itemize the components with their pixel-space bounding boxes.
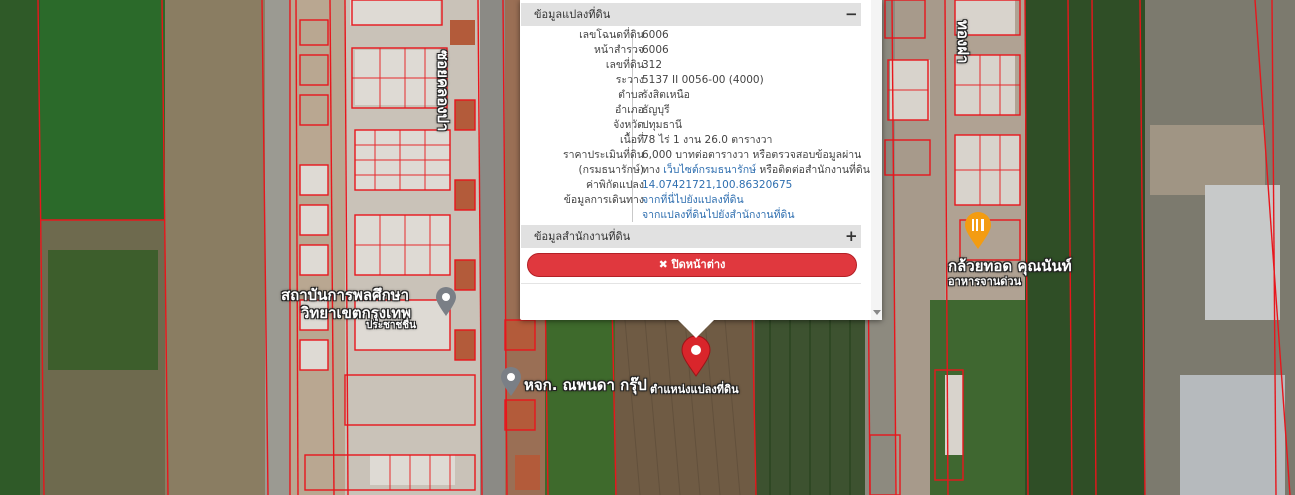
info-row-land-no: เลขที่ดิน 312 bbox=[520, 58, 870, 73]
coords-label: ค่าพิกัดแปลง bbox=[585, 179, 644, 191]
appraisal-value: 6,000 บาทต่อตารางวา หรือตรวจสอบข้อมูลผ่า… bbox=[642, 149, 862, 161]
close-icon: ✖ bbox=[658, 258, 668, 271]
subdistrict-value: รังสิตเหนือ bbox=[642, 89, 690, 101]
expand-icon[interactable]: + bbox=[845, 225, 858, 248]
appraisal-prefix: ทาง bbox=[642, 164, 660, 176]
appraisal-value-2: ทาง เว็บไซต์กรมธนารักษ์ หรือติดต่อสำนักง… bbox=[642, 163, 870, 178]
parcel-marker-label: ตำแหน่งแปลงที่ดิน bbox=[650, 383, 739, 396]
info-row-deed: เลขโฉนดที่ดิน 6006 bbox=[520, 28, 870, 43]
info-row-appraisal: ราคาประเมินที่ดิน 6,000 บาทต่อตารางวา หรื… bbox=[520, 148, 870, 163]
collapse-icon[interactable]: − bbox=[845, 3, 858, 26]
info-row-area: เนื้อที่ 78 ไร่ 1 งาน 26.0 ตารางวา bbox=[520, 133, 870, 148]
area-label: เนื้อที่ bbox=[620, 134, 644, 146]
parcel-info-section-header[interactable]: ข้อมูลแปลงที่ดิน − bbox=[521, 3, 861, 26]
district-value: ธัญบุรี bbox=[642, 104, 670, 116]
deed-value: 6006 bbox=[642, 29, 669, 41]
land-no-label: เลขที่ดิน bbox=[605, 59, 644, 71]
info-row-coords: ค่าพิกัดแปลง 14.07421721,100.86320675 bbox=[520, 178, 870, 193]
route-to-parcel-link[interactable]: จากที่นี่ไปยังแปลงที่ดิน bbox=[642, 193, 744, 208]
info-row-route: ข้อมูลการเดินทาง จากที่นี่ไปยังแปลงที่ดิน bbox=[520, 193, 870, 208]
land-office-section-title: ข้อมูลสำนักงานที่ดิน bbox=[534, 230, 631, 243]
appraisal-suffix: หรือติดต่อสำนักงานที่ดิน bbox=[759, 164, 870, 176]
subdistrict-label: ตำบล bbox=[618, 89, 644, 101]
area-value: 78 ไร่ 1 งาน 26.0 ตารางวา bbox=[642, 134, 773, 146]
info-row-subdistrict: ตำบล รังสิตเหนือ bbox=[520, 88, 870, 103]
info-row-district: อำเภอ ธัญบุรี bbox=[520, 103, 870, 118]
map-sheet-label: ระวาง bbox=[615, 74, 644, 86]
route-label: ข้อมูลการเดินทาง bbox=[563, 194, 644, 206]
district-label: อำเภอ bbox=[614, 104, 644, 116]
close-window-button[interactable]: ✖ ปิดหน้าต่าง bbox=[527, 253, 857, 277]
parcel-info-table: เลขโฉนดที่ดิน 6006 หน้าสำรวจ 6006 เลขที่ดิ… bbox=[520, 28, 870, 223]
land-no-value: 312 bbox=[642, 59, 663, 71]
route-to-office-link[interactable]: จากแปลงที่ดินไปยังสำนักงานที่ดิน bbox=[642, 208, 795, 223]
coords-link[interactable]: 14.07421721,100.86320675 bbox=[642, 178, 792, 193]
land-office-section-header[interactable]: ข้อมูลสำนักงานที่ดิน + bbox=[521, 225, 861, 248]
info-row-route-2: จากแปลงที่ดินไปยังสำนักงานที่ดิน bbox=[520, 208, 870, 223]
scroll-down-arrow-icon[interactable] bbox=[873, 310, 881, 315]
close-window-label: ปิดหน้าต่าง bbox=[671, 258, 726, 271]
road-label-left: ซอยคลองปา bbox=[434, 50, 452, 132]
popup-footer-divider bbox=[521, 283, 861, 284]
school-label-3: ประชาชชื่น bbox=[366, 320, 416, 331]
map-sheet-value: 5137 II 0056-00 (4000) bbox=[642, 74, 764, 86]
province-value: ปทุมธานี bbox=[642, 119, 682, 131]
province-label: จังหวัด bbox=[613, 119, 644, 131]
appraisal-label-2: (กรมธนารักษ์) bbox=[578, 164, 644, 176]
treasury-website-link[interactable]: เว็บไซต์กรมธนารักษ์ bbox=[663, 164, 756, 176]
info-row-map-sheet: ระวาง 5137 II 0056-00 (4000) bbox=[520, 73, 870, 88]
survey-value: 6006 bbox=[642, 44, 669, 56]
parcel-info-section-title: ข้อมูลแปลงที่ดิน bbox=[534, 8, 611, 21]
restaurant-sublabel: อาหารจานด่วน bbox=[948, 275, 1022, 288]
road-label-right: ทองฝา bbox=[954, 20, 972, 64]
survey-label: หน้าสำรวจ bbox=[594, 44, 644, 56]
deed-label: เลขโฉนดที่ดิน bbox=[579, 29, 644, 41]
popup-scrollbar[interactable] bbox=[871, 0, 882, 320]
appraisal-label: ราคาประเมินที่ดิน bbox=[562, 149, 644, 161]
company-label: หจก. ณพนดา กรุ๊ป bbox=[524, 376, 647, 394]
info-row-province: จังหวัด ปทุมธานี bbox=[520, 118, 870, 133]
info-row-survey: หน้าสำรวจ 6006 bbox=[520, 43, 870, 58]
info-row-appraisal-2: (กรมธนารักษ์) ทาง เว็บไซต์กรมธนารักษ์ หรื… bbox=[520, 163, 870, 178]
